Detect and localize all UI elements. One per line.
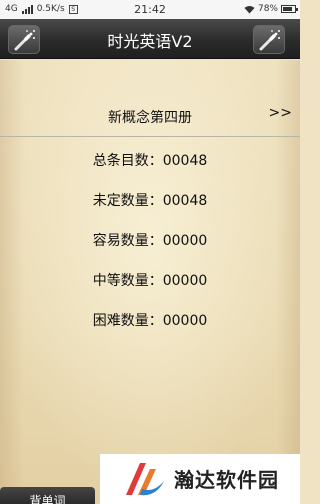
battery-icon	[281, 5, 298, 13]
battery-percent: 78%	[257, 4, 278, 14]
wifi-icon	[244, 5, 255, 13]
book-title[interactable]: 新概念第四册	[0, 107, 300, 127]
watermark: 瀚达软件园	[100, 454, 300, 504]
stat-medium: 中等数量：00000	[92, 273, 208, 289]
memorize-words-button[interactable]: 背单词	[0, 487, 95, 504]
stat-hard: 困难数量：00000	[92, 313, 208, 329]
content-area: 新概念第四册 >> 总条目数：00048 未定数量：00048 容易数量：000…	[0, 60, 300, 504]
magic-wand-icon	[259, 30, 280, 51]
watermark-logo-icon	[126, 463, 164, 496]
title-bar: 时光英语V2	[0, 19, 300, 59]
divider	[0, 136, 300, 137]
watermark-text: 瀚达软件园	[174, 468, 279, 492]
stat-easy: 容易数量：00000	[92, 233, 208, 249]
stat-undetermined: 未定数量：00048	[92, 193, 208, 209]
right-wand-button[interactable]	[253, 25, 285, 54]
status-bar: 4G 0.5K/s S 21:42 78%	[0, 0, 300, 19]
status-right: 78%	[244, 4, 298, 14]
next-book-button[interactable]: >>	[269, 105, 292, 121]
stat-total: 总条目数：00048	[92, 153, 208, 169]
